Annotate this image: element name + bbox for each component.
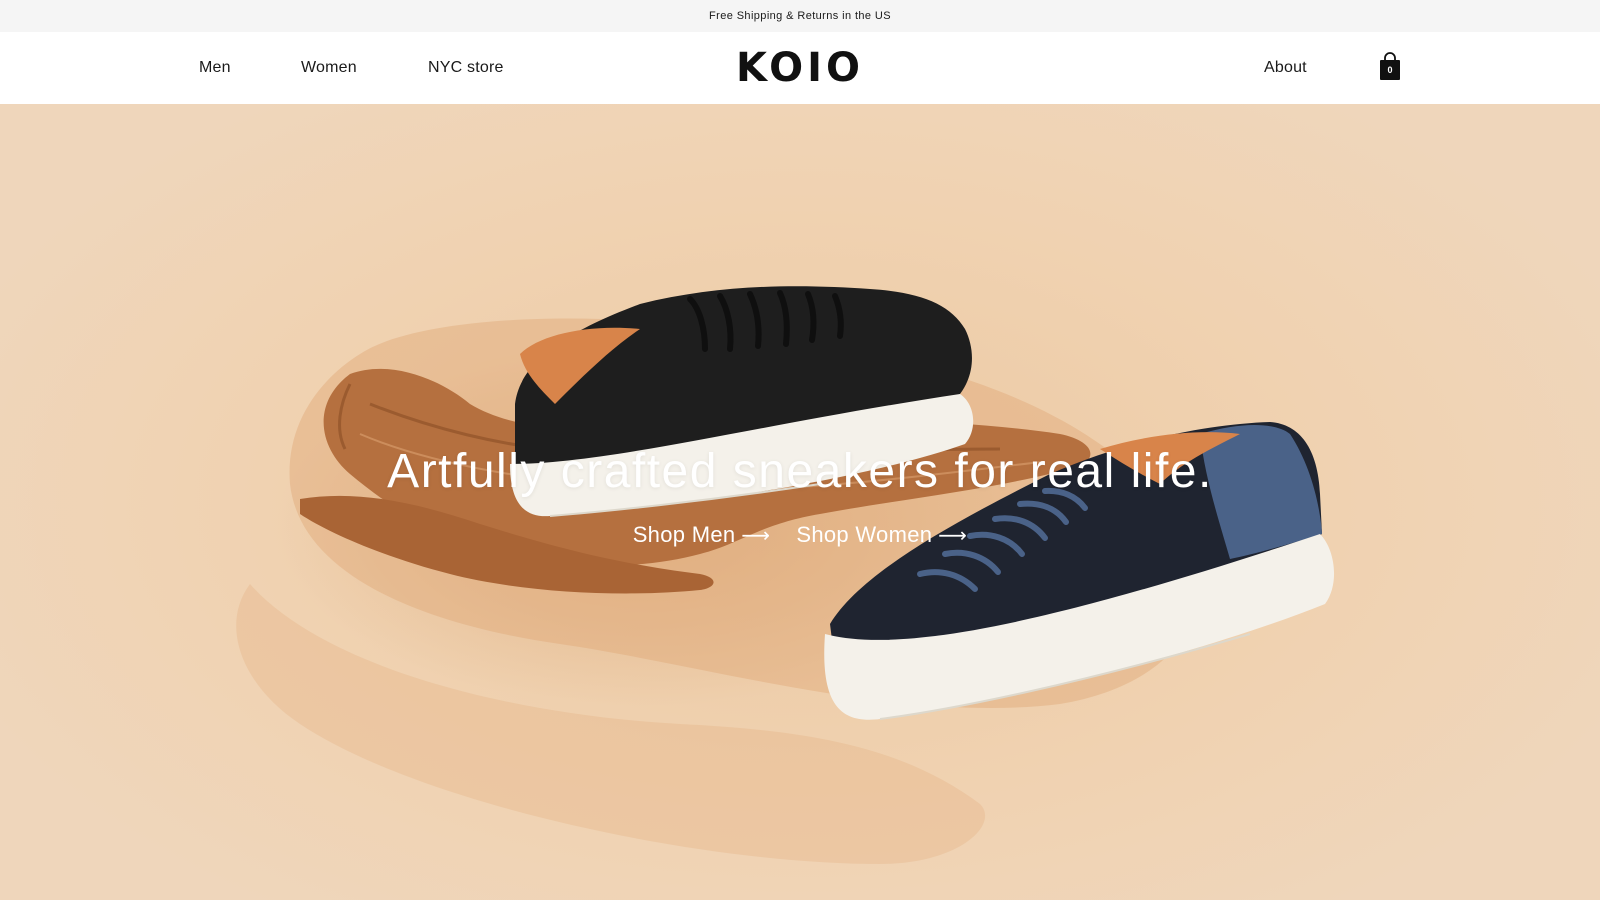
announcement-text: Free Shipping & Returns in the US [709,10,891,22]
shop-men-label: Shop Men [632,522,736,547]
shop-women-link[interactable]: Shop Women ⟶ [796,522,967,548]
hero-headline: Artfully crafted sneakers for real life. [387,445,1213,498]
cart-button[interactable]: 0 [1378,52,1402,82]
announcement-bar: Free Shipping & Returns in the US [0,0,1600,32]
arrow-right-icon: ⟶ [741,524,771,547]
nav-link-about[interactable]: About [1264,32,1307,104]
cart-count: 0 [1387,65,1393,75]
nav-link-nyc-store[interactable]: NYC store [428,32,504,104]
nav-link-men[interactable]: Men [199,32,231,104]
arrow-right-icon: ⟶ [938,524,968,547]
hero-cta-row: Shop Men ⟶ Shop Women ⟶ [0,522,1600,548]
shop-men-link[interactable]: Shop Men ⟶ [633,522,771,548]
hero-banner: Artfully crafted sneakers for real life.… [0,104,1600,900]
logo[interactable]: KOIO [736,45,864,91]
site-header: Men Women NYC store KOIO About 0 [0,32,1600,104]
logo-container: KOIO [0,32,1600,104]
shop-women-label: Shop Women [796,522,933,547]
hero-image [236,286,1335,864]
nav-link-women[interactable]: Women [301,32,357,104]
